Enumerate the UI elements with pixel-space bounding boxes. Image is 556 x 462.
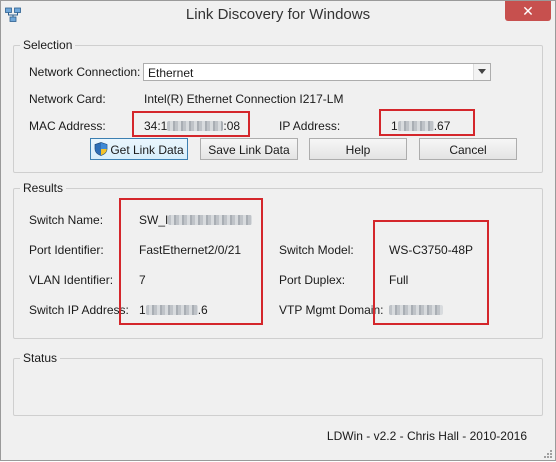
port-duplex-label: Port Duplex:: [279, 273, 346, 287]
title-bar[interactable]: Link Discovery for Windows ✕: [1, 1, 555, 29]
ip-address-label: IP Address:: [279, 119, 341, 133]
highlight-box-mac: [132, 111, 250, 137]
status-group: Status: [13, 351, 543, 416]
highlight-box-ip: [379, 109, 475, 136]
get-link-data-label: Get Link Data: [110, 143, 184, 157]
help-button[interactable]: Help: [309, 138, 407, 160]
network-connection-label: Network Connection:: [29, 65, 141, 79]
network-connection-value: Ethernet: [148, 66, 194, 80]
switch-name-label: Switch Name:: [29, 213, 104, 227]
cancel-button[interactable]: Cancel: [419, 138, 517, 160]
save-link-data-button[interactable]: Save Link Data: [200, 138, 298, 160]
network-card-label: Network Card:: [29, 92, 106, 106]
window-title: Link Discovery for Windows: [185, 6, 371, 23]
uac-shield-icon: [94, 141, 108, 156]
close-button[interactable]: ✕: [505, 1, 551, 21]
results-group-label: Results: [20, 181, 67, 195]
status-group-label: Status: [20, 351, 61, 365]
network-card-value: Intel(R) Ethernet Connection I217-LM: [144, 92, 344, 106]
get-link-data-button[interactable]: Get Link Data: [90, 138, 188, 160]
chevron-down-icon[interactable]: [473, 64, 490, 80]
selection-group-label: Selection: [20, 38, 76, 52]
switch-ip-label: Switch IP Address:: [29, 303, 129, 317]
resize-grip-icon[interactable]: [543, 448, 553, 458]
port-identifier-label: Port Identifier:: [29, 243, 104, 257]
highlight-box-switch: [119, 198, 263, 325]
switch-model-label: Switch Model:: [279, 243, 354, 257]
main-window: Link Discovery for Windows ✕ Selection N…: [0, 0, 556, 461]
close-icon: ✕: [522, 3, 534, 19]
network-connection-select[interactable]: Ethernet: [143, 63, 491, 81]
mac-address-label: MAC Address:: [29, 119, 106, 133]
vtp-domain-label: VTP Mgmt Domain:: [279, 303, 384, 317]
vlan-identifier-label: VLAN Identifier:: [29, 273, 114, 287]
footer-version: LDWin - v2.2 - Chris Hall - 2010-2016: [326, 429, 527, 443]
highlight-box-model: [373, 220, 489, 325]
